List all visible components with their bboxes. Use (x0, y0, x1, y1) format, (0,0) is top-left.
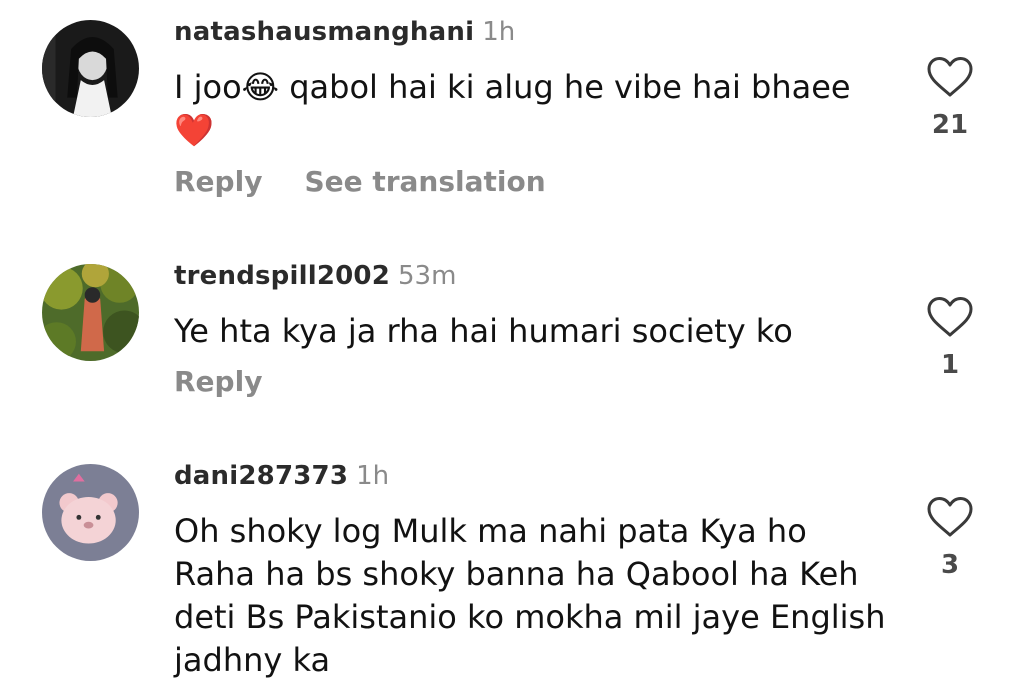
comment-header: dani287373 1h (174, 456, 389, 496)
comment-text: Ye hta kya ja rha hai humari society ko (174, 312, 793, 350)
reply-button[interactable]: Reply (174, 165, 262, 198)
like-area: 3 (926, 496, 974, 580)
username[interactable]: trendspill2002 (174, 261, 390, 291)
comment-actions: Reply (174, 362, 262, 402)
avatar[interactable] (42, 464, 139, 561)
comment-text: I joo😂 qabol hai ki alug he vibe hai bha… (174, 68, 851, 149)
heart-outline-icon[interactable] (926, 296, 974, 338)
comment-actions: Reply See translation (174, 162, 546, 202)
see-translation-button[interactable]: See translation (304, 165, 545, 198)
comment-time: 1h (356, 461, 390, 491)
like-count: 3 (940, 550, 960, 580)
like-count: 21 (931, 110, 969, 140)
avatar[interactable] (42, 20, 139, 117)
heart-outline-icon[interactable] (926, 56, 974, 98)
username[interactable]: dani287373 (174, 461, 348, 491)
comment-text: Oh shoky log Mulk ma nahi pata Kya ho Ra… (174, 512, 886, 679)
comment-header: trendspill2002 53m (174, 256, 456, 296)
heart-outline-icon[interactable] (926, 496, 974, 538)
like-count: 1 (940, 350, 960, 380)
like-area: 1 (926, 296, 974, 380)
comment-time: 1h (482, 17, 516, 47)
username[interactable]: natashausmanghani (174, 17, 474, 47)
avatar-image (42, 264, 139, 361)
like-area: 21 (926, 56, 974, 140)
avatar-image (42, 464, 139, 561)
reply-button[interactable]: Reply (174, 365, 262, 398)
comment-time: 53m (398, 261, 457, 291)
comment-header: natashausmanghani 1h (174, 12, 515, 52)
avatar[interactable] (42, 264, 139, 361)
avatar-image (42, 20, 139, 117)
